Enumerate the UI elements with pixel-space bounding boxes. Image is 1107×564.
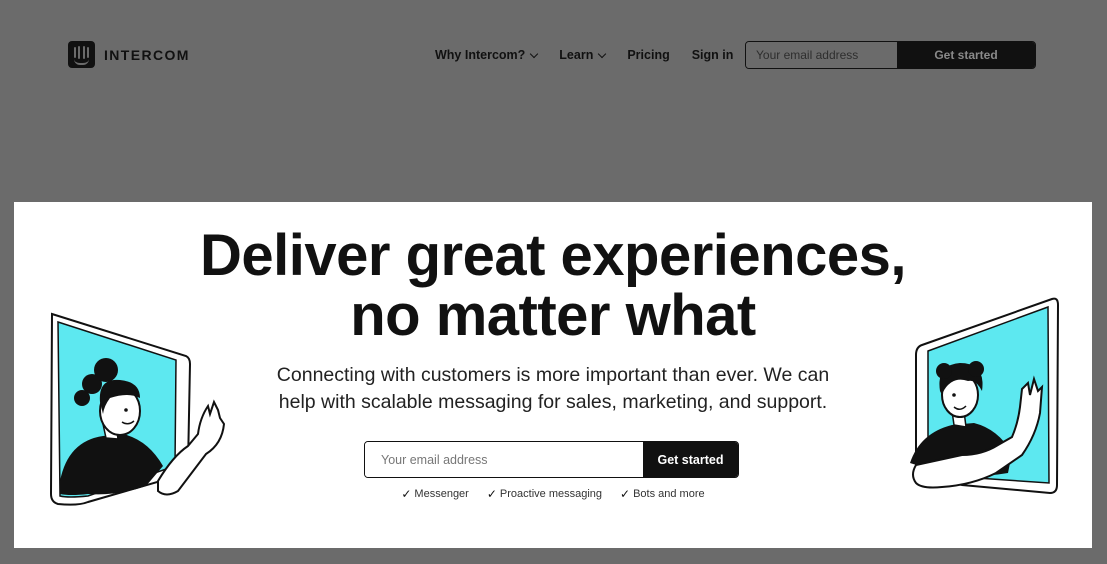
headline-line-1: Deliver great experiences, <box>200 223 906 288</box>
hero-email-input[interactable] <box>365 442 643 477</box>
nav-email-input[interactable] <box>746 42 897 68</box>
check-icon: ✓ <box>401 487 412 501</box>
check-icon: ✓ <box>620 487 631 501</box>
top-navigation: INTERCOM Why Intercom? Learn Pricing Sig… <box>0 0 1107 110</box>
nav-signup-form: Get started <box>745 41 1036 69</box>
nav-pricing[interactable]: Pricing <box>627 48 669 62</box>
nav-sign-in[interactable]: Sign in <box>692 48 734 62</box>
nav-learn-label: Learn <box>559 48 594 62</box>
nav-why-intercom-label: Why Intercom? <box>435 48 526 62</box>
hero-section: Deliver great experiences, no matter wha… <box>14 202 1092 548</box>
nav-sign-in-label: Sign in <box>691 48 734 62</box>
feature-label: Proactive messaging <box>499 488 603 500</box>
logo-text: INTERCOM <box>104 46 190 63</box>
nav-learn[interactable]: Learn <box>559 48 607 62</box>
nav-pricing-label: Pricing <box>627 48 670 62</box>
nav-get-started-button[interactable]: Get started <box>897 42 1035 68</box>
feature-label: Bots and more <box>633 488 705 500</box>
nav-links: Why Intercom? Learn Pricing Sign in <box>435 48 733 62</box>
check-icon: ✓ <box>486 487 497 501</box>
chevron-down-icon <box>598 49 607 58</box>
intercom-logo-icon <box>68 41 95 68</box>
hero-signup-form: Get started <box>364 441 739 478</box>
feature-item: ✓ Bots and more <box>620 487 705 501</box>
chevron-down-icon <box>530 49 539 58</box>
feature-item: ✓ Proactive messaging <box>487 487 602 501</box>
nav-why-intercom[interactable]: Why Intercom? <box>435 48 539 62</box>
woman-waving-illustration <box>49 312 226 506</box>
feature-label: Messenger <box>414 488 469 500</box>
feature-item: ✓ Messenger <box>401 487 468 501</box>
man-waving-illustration <box>910 297 1060 495</box>
hero-get-started-button[interactable]: Get started <box>643 442 738 477</box>
intercom-logo[interactable]: INTERCOM <box>68 41 190 68</box>
